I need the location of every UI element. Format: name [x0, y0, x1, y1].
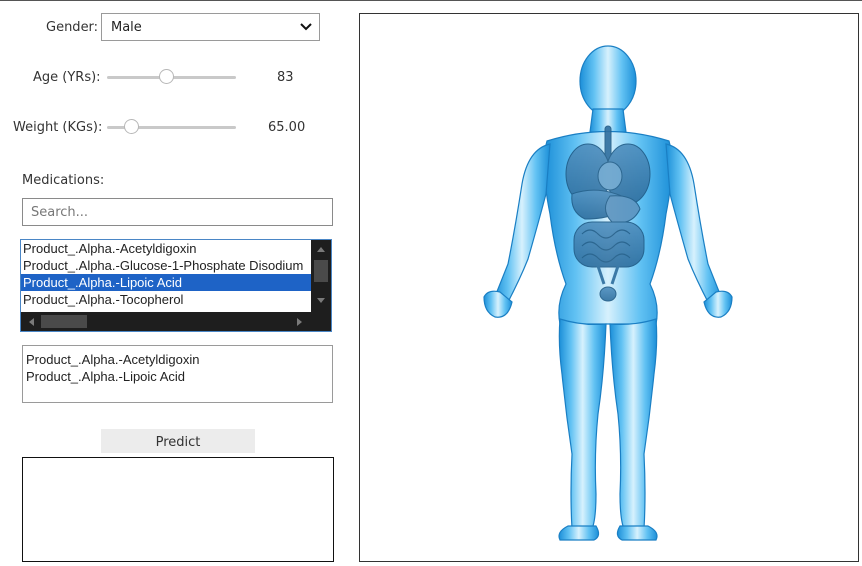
weight-label: Weight (KGs):: [13, 120, 103, 135]
prediction-result-box: [22, 457, 334, 562]
window-top-border: [0, 0, 862, 1]
medication-list-item[interactable]: Product_.Alpha.-Glucose-1-Phosphate Diso…: [21, 257, 311, 274]
predict-button[interactable]: Predict: [101, 429, 255, 453]
selected-medication-item: Product_.Alpha.-Lipoic Acid: [26, 369, 185, 384]
scrollbar-corner: [311, 312, 331, 331]
weight-slider-thumb[interactable]: [124, 119, 139, 134]
medications-label: Medications:: [22, 173, 105, 188]
medication-search-input[interactable]: [22, 198, 333, 226]
age-label: Age (YRs):: [33, 70, 101, 85]
weight-slider[interactable]: [107, 119, 236, 135]
body-figure-panel: [359, 13, 859, 562]
horizontal-scroll-thumb[interactable]: [41, 315, 87, 328]
gender-selected-value: Male: [111, 20, 142, 35]
age-slider-thumb[interactable]: [159, 69, 174, 84]
age-slider[interactable]: [107, 69, 236, 85]
medication-list-item[interactable]: Product_.Alpha.-Lipoic Acid: [21, 274, 311, 291]
medication-list-item[interactable]: Product_.Alpha.-Acetyldigoxin: [21, 240, 311, 257]
vertical-scroll-thumb[interactable]: [314, 260, 328, 282]
medication-listbox[interactable]: Product_.Alpha.-Acetyldigoxin Product_.A…: [20, 239, 332, 332]
human-body-anatomy-icon: [483, 45, 733, 541]
vertical-scrollbar[interactable]: [311, 240, 331, 312]
gender-select[interactable]: Male: [101, 13, 320, 41]
scroll-down-arrow-icon[interactable]: [317, 298, 325, 303]
age-value: 83: [277, 70, 294, 85]
selected-medication-item: Product_.Alpha.-Acetyldigoxin: [26, 352, 200, 367]
scroll-up-arrow-icon[interactable]: [317, 247, 325, 252]
medication-list-items: Product_.Alpha.-Acetyldigoxin Product_.A…: [21, 240, 311, 312]
scroll-right-arrow-icon[interactable]: [297, 318, 302, 326]
horizontal-scrollbar[interactable]: [21, 312, 311, 331]
scroll-left-arrow-icon[interactable]: [29, 318, 34, 326]
medication-list-item[interactable]: Product_.Alpha.-Tocopherol: [21, 291, 311, 308]
selected-medications-box[interactable]: Product_.Alpha.-Acetyldigoxin Product_.A…: [22, 345, 333, 403]
chevron-down-icon: [299, 21, 313, 37]
weight-value: 65.00: [268, 120, 306, 135]
gender-label: Gender:: [46, 20, 99, 35]
